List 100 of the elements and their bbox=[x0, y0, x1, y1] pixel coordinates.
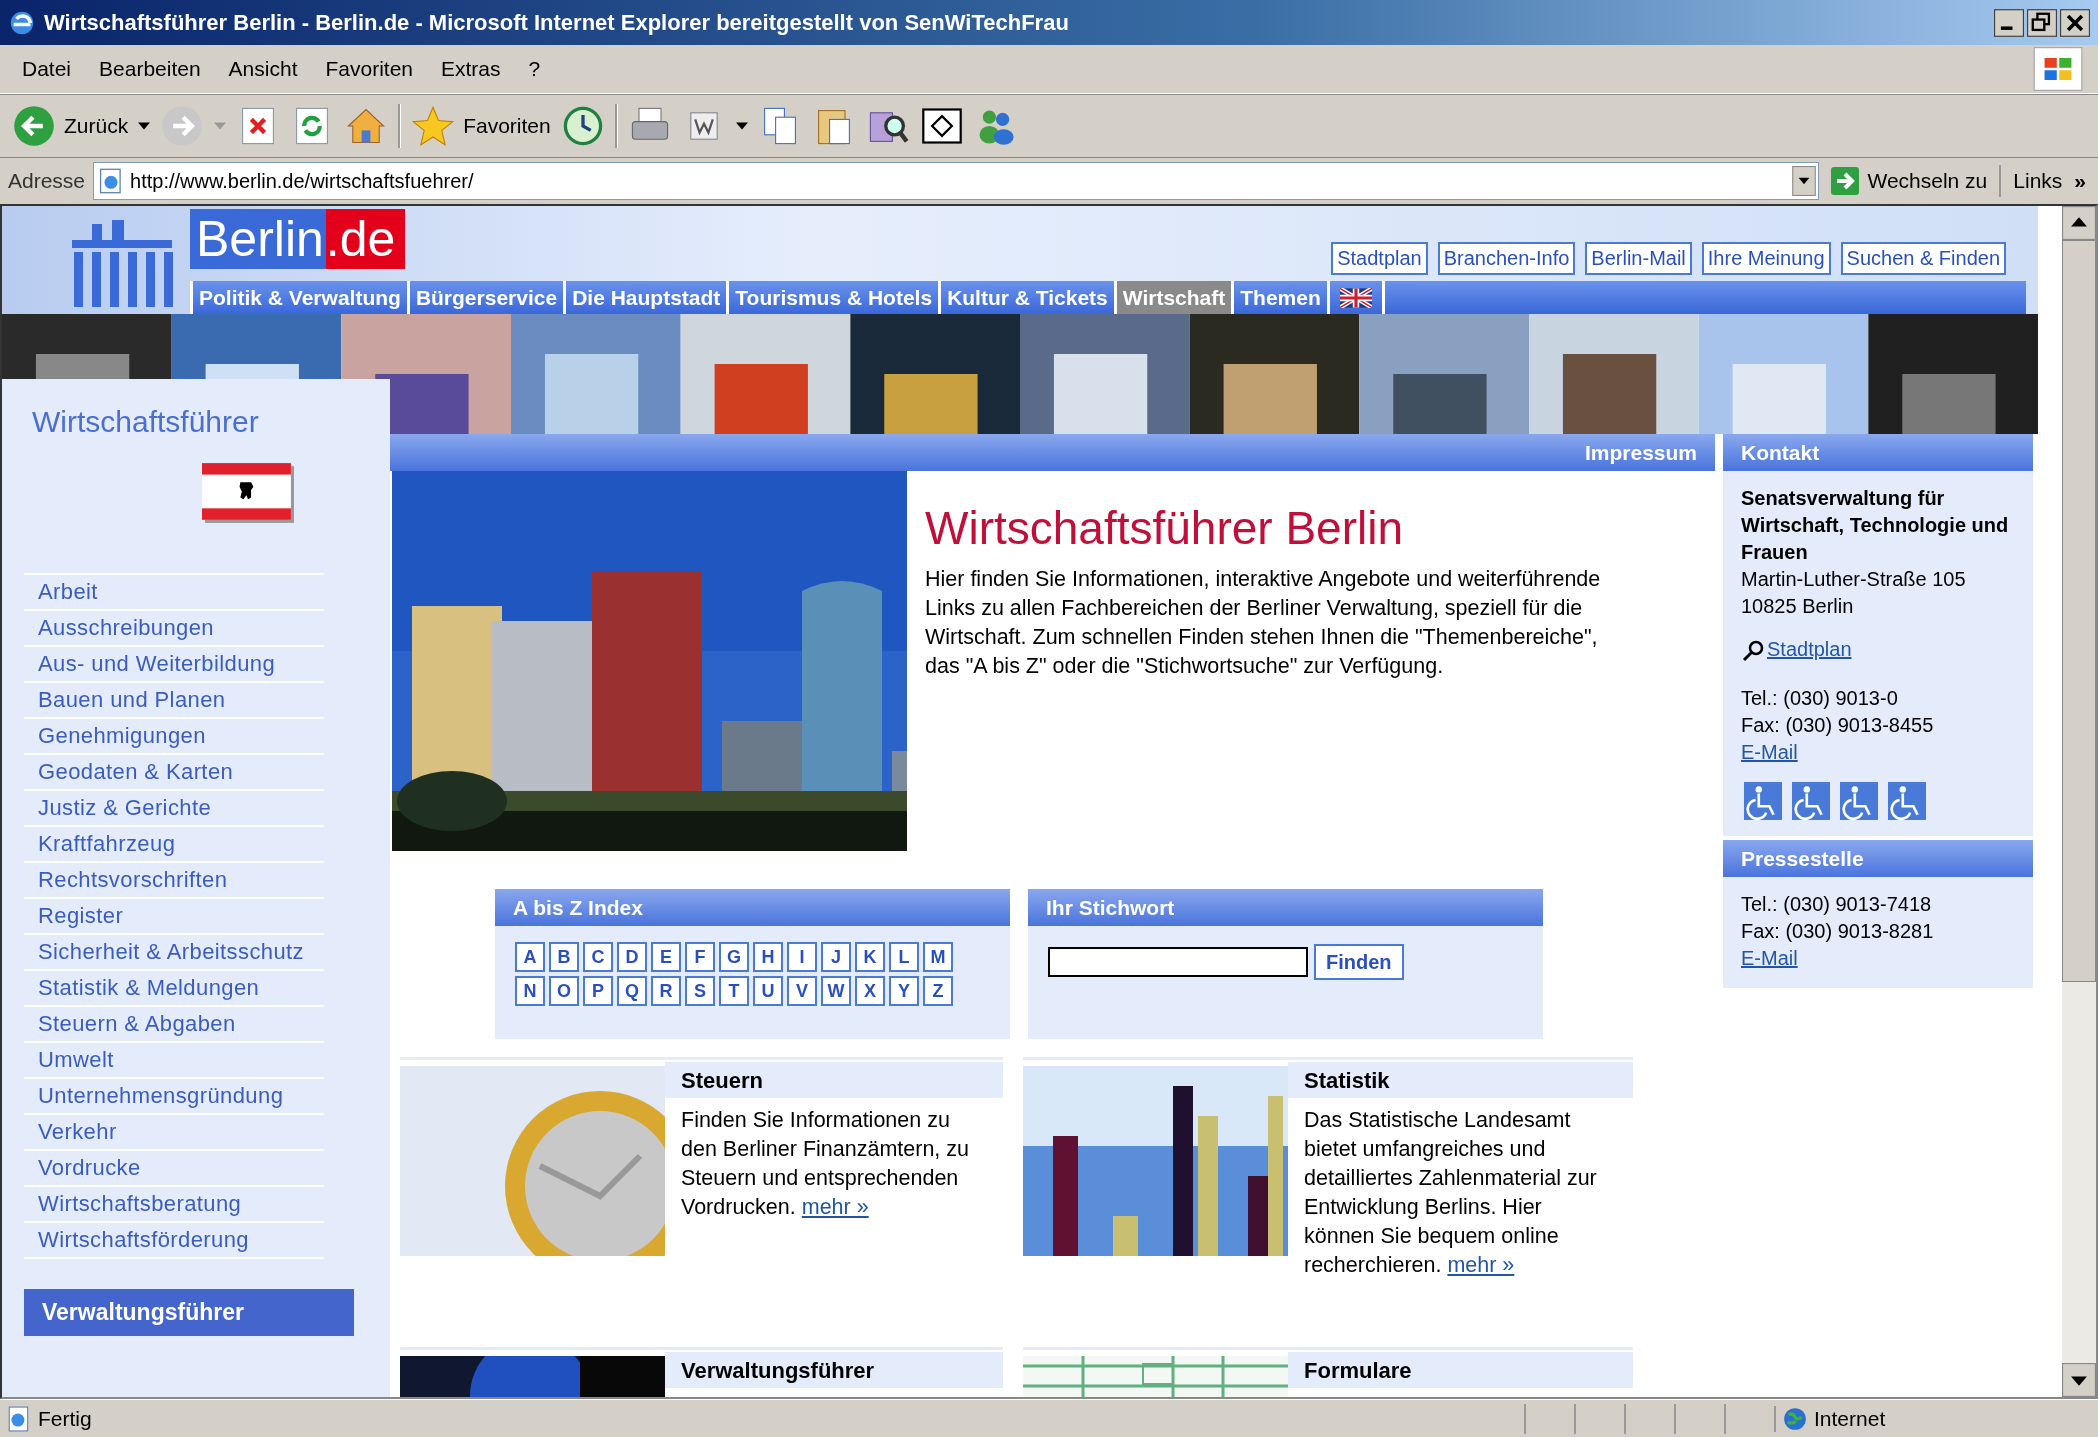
dropdown-arrow-icon[interactable] bbox=[735, 122, 748, 130]
restore-button[interactable] bbox=[2027, 8, 2057, 37]
sidebar-link[interactable]: Wirtschaftsförderung bbox=[24, 1223, 324, 1259]
letter-link[interactable]: Q bbox=[617, 976, 647, 1006]
berlin-flag-icon bbox=[202, 463, 294, 523]
menu-item[interactable]: Datei bbox=[8, 53, 86, 85]
sidebar-link[interactable]: Umwelt bbox=[24, 1043, 324, 1079]
box-header: Kontakt bbox=[1723, 434, 2033, 471]
back-icon bbox=[12, 104, 56, 148]
sidebar-link[interactable]: Ausschreibungen bbox=[24, 611, 324, 647]
sidebar-link[interactable]: Register bbox=[24, 899, 324, 935]
letter-link[interactable]: X bbox=[855, 976, 885, 1006]
letter-link[interactable]: J bbox=[821, 942, 851, 972]
box-header: Ihr Stichwort bbox=[1028, 889, 1543, 926]
top-link[interactable]: Ihre Meinung bbox=[1701, 242, 1831, 275]
menu-item[interactable]: Ansicht bbox=[214, 53, 312, 85]
letter-link[interactable]: T bbox=[719, 976, 749, 1006]
top-link[interactable]: Stadtplan bbox=[1331, 242, 1428, 275]
sidebar-link[interactable]: Geodaten & Karten bbox=[24, 755, 324, 791]
menu-item[interactable]: Extras bbox=[427, 53, 515, 85]
sidebar-link[interactable]: Unternehmensgründung bbox=[24, 1079, 324, 1115]
go-button[interactable]: Wechseln zu bbox=[1827, 167, 1992, 195]
letter-link[interactable]: A bbox=[515, 942, 545, 972]
sidebar-link[interactable]: Kraftfahrzeug bbox=[24, 827, 324, 863]
menu-item[interactable]: Bearbeiten bbox=[85, 53, 215, 85]
more-link[interactable]: mehr » bbox=[1447, 1253, 1515, 1277]
chevron[interactable]: » bbox=[2070, 169, 2090, 193]
wheelchair-icon bbox=[1789, 782, 1833, 820]
letter-link[interactable]: I bbox=[787, 942, 817, 972]
dropdown-arrow-icon[interactable] bbox=[138, 122, 151, 130]
letter-link[interactable]: N bbox=[515, 976, 545, 1006]
letter-link[interactable]: W bbox=[821, 976, 851, 1006]
close-button[interactable] bbox=[2060, 8, 2090, 37]
address-label: Adresse bbox=[8, 169, 86, 193]
sidebar-link[interactable]: Justiz & Gerichte bbox=[24, 791, 324, 827]
card-title: Statistik bbox=[1288, 1062, 1633, 1098]
letter-link[interactable]: G bbox=[719, 942, 749, 972]
favorites-button[interactable]: Favoriten bbox=[411, 104, 551, 148]
letter-link[interactable]: L bbox=[889, 942, 919, 972]
phone-number: Tel.: (030) 9013-0 bbox=[1741, 686, 1899, 711]
sidebar-title: Wirtschaftsführer bbox=[31, 405, 260, 439]
sidebar-link[interactable]: Aus- und Weiterbildung bbox=[24, 647, 324, 683]
letter-link[interactable]: F bbox=[685, 942, 715, 972]
dropdown-button[interactable] bbox=[1792, 166, 1817, 196]
sidebar-link[interactable]: Steuern & Abgaben bbox=[24, 1007, 324, 1043]
letter-link[interactable]: S bbox=[685, 976, 715, 1006]
letter-link[interactable]: V bbox=[787, 976, 817, 1006]
letter-link[interactable]: U bbox=[753, 976, 783, 1006]
sidebar-link[interactable]: Bauen und Planen bbox=[24, 683, 324, 719]
box-header: Pressestelle bbox=[1723, 840, 2033, 877]
card-title: Steuern bbox=[665, 1062, 1003, 1098]
menu-item[interactable]: ? bbox=[514, 53, 555, 85]
letter-link[interactable]: C bbox=[583, 942, 613, 972]
card-text: Das Statistische Landesamt bietet umfangreiches und detailliertes Zahlenmaterial zur Entwicklung Berlins. Hier können Sie bequem online recherchieren. mehr » bbox=[1304, 1107, 1598, 1279]
address-field[interactable]: http://www.berlin.de/wirtschaftsfuehrer/ bbox=[93, 162, 1820, 200]
sidebar-link[interactable]: Genehmigungen bbox=[24, 719, 324, 755]
back-button[interactable]: Zurück bbox=[12, 104, 129, 148]
address-line: 10825 Berlin bbox=[1741, 594, 1855, 619]
sidebar-link[interactable]: Arbeit bbox=[24, 575, 324, 611]
letter-link[interactable]: Y bbox=[889, 976, 919, 1006]
letter-link[interactable]: K bbox=[855, 942, 885, 972]
top-link[interactable]: Suchen & Finden bbox=[1840, 242, 2006, 275]
sidebar-link[interactable]: Sicherheit & Arbeitsschutz bbox=[24, 935, 324, 971]
sidebar-link[interactable]: Vordrucke bbox=[24, 1151, 324, 1187]
letter-link[interactable]: D bbox=[617, 942, 647, 972]
scroll-up-icon[interactable] bbox=[2062, 206, 2096, 240]
more-link[interactable]: mehr » bbox=[801, 1195, 869, 1219]
url-text: http://www.berlin.de/wirtschaftsfuehrer/ bbox=[130, 169, 474, 193]
keyword-field[interactable] bbox=[1048, 947, 1308, 977]
minimize-button[interactable] bbox=[1994, 8, 2024, 37]
card-text: Finden Sie Informationen zu den Berliner Finanzämtern, zu Steuern und entsprechenden Vordrucken. mehr » bbox=[681, 1107, 970, 1221]
scrollbar[interactable] bbox=[2062, 206, 2096, 1397]
wheelchair-icon bbox=[1837, 782, 1881, 820]
letter-link[interactable]: E bbox=[651, 942, 681, 972]
map-link[interactable]: Stadtplan bbox=[1767, 636, 1852, 663]
sidebar-link[interactable]: Wirtschaftsberatung bbox=[24, 1187, 324, 1223]
email-link[interactable]: E-Mail bbox=[1741, 947, 1798, 969]
letter-link[interactable]: Z bbox=[923, 976, 953, 1006]
phone-number: Tel.: (030) 9013-7418 bbox=[1741, 892, 1933, 917]
top-link[interactable]: Berlin-Mail bbox=[1585, 242, 1692, 275]
fax-number: Fax: (030) 9013-8281 bbox=[1741, 919, 1935, 944]
sidebar-section-header[interactable]: Verwaltungsführer bbox=[24, 1289, 354, 1336]
sidebar-link[interactable]: Statistik & Meldungen bbox=[24, 971, 324, 1007]
status-text: Fertig bbox=[38, 1406, 92, 1431]
menu-item[interactable]: Favoriten bbox=[311, 53, 428, 85]
letter-link[interactable]: R bbox=[651, 976, 681, 1006]
letter-link[interactable]: M bbox=[923, 942, 953, 972]
letter-link[interactable]: P bbox=[583, 976, 613, 1006]
sidebar-link[interactable]: Rechtsvorschriften bbox=[24, 863, 324, 899]
search-button[interactable]: Finden bbox=[1314, 944, 1404, 980]
intro-text: Hier finden Sie Informationen, interaktive Angebote und weiterführende Links zu allen Fachbereichen der Berliner Verwaltung, speziell für die Wirtschaft. Zum schnellen Finden stehen Ihnen die "Themenbereiche", das "A bis Z" oder die "Stichwortsuche" zur Verfügung. bbox=[925, 566, 1602, 680]
email-link[interactable]: E-Mail bbox=[1741, 741, 1798, 763]
links-label[interactable]: Links bbox=[2009, 169, 2063, 193]
sidebar-link[interactable]: Verkehr bbox=[24, 1115, 324, 1151]
scroll-thumb[interactable] bbox=[2062, 240, 2096, 982]
letter-link[interactable]: B bbox=[549, 942, 579, 972]
scroll-down-icon[interactable] bbox=[2062, 1363, 2096, 1397]
letter-link[interactable]: O bbox=[549, 976, 579, 1006]
top-link[interactable]: Branchen-Info bbox=[1437, 242, 1576, 275]
letter-link[interactable]: H bbox=[753, 942, 783, 972]
